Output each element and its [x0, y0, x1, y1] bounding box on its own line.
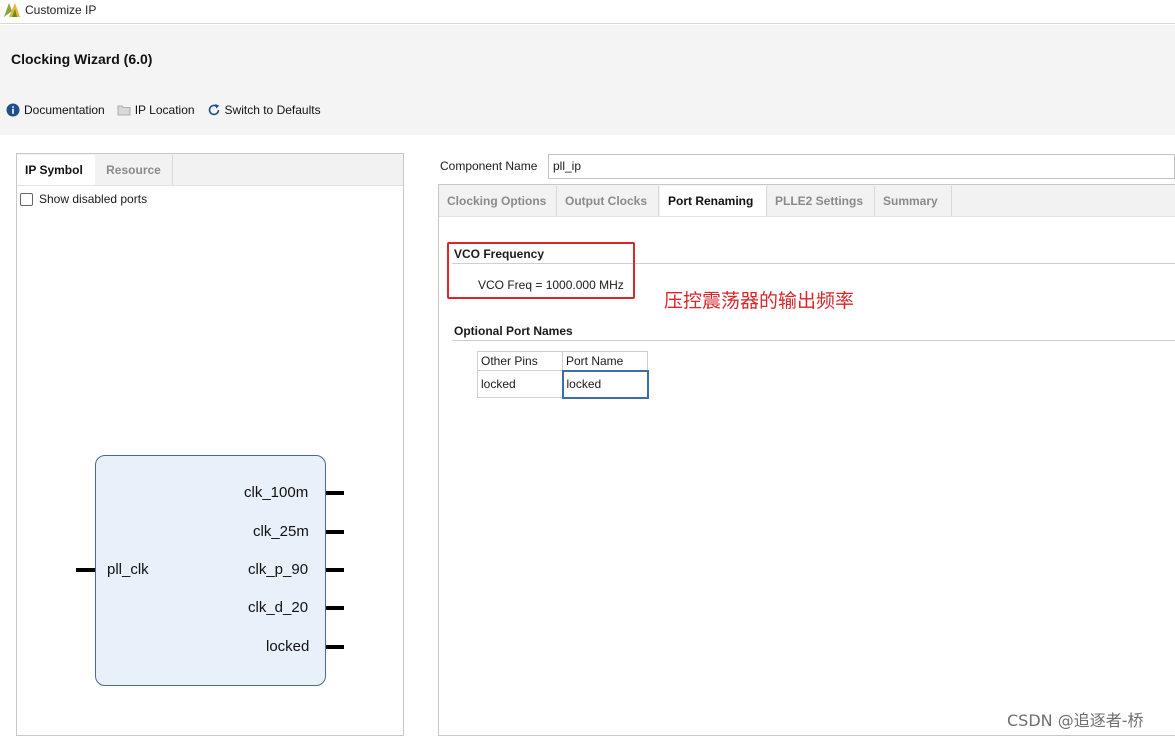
left-tab-bar: IP Symbol Resource [17, 154, 403, 186]
output-port-label: clk_100m [244, 484, 309, 501]
output-port-label: clk_p_90 [248, 561, 309, 578]
documentation-button[interactable]: Documentation [6, 103, 105, 117]
title-bar: Customize IP [0, 0, 1175, 24]
tab-port-renaming[interactable]: Port Renaming [660, 186, 767, 216]
port-name-input[interactable]: locked [561, 369, 649, 399]
output-port-label: locked [266, 638, 310, 655]
output-port-label: clk_d_20 [248, 599, 309, 616]
annotation-text: 压控震荡器的输出频率 [664, 290, 855, 312]
toolbar: Documentation IP Location Switch to Defa… [0, 101, 327, 119]
tab-ip-symbol[interactable]: IP Symbol [17, 155, 95, 185]
other-pin-cell: locked [477, 370, 563, 398]
input-port-label: pll_clk [107, 561, 149, 578]
tab-plle2-settings[interactable]: PLLE2 Settings [766, 186, 875, 216]
output-port-stub [326, 606, 344, 610]
input-port-stub [76, 568, 95, 572]
switch-defaults-button[interactable]: Switch to Defaults [207, 103, 321, 117]
output-port-stub [326, 568, 344, 572]
component-name-input[interactable]: pll_ip [548, 154, 1175, 179]
column-header-other-pins: Other Pins [477, 351, 563, 371]
show-disabled-label: Show disabled ports [39, 192, 148, 206]
column-header-port-name: Port Name [562, 351, 648, 371]
tab-clocking-options[interactable]: Clocking Options [439, 186, 557, 216]
output-port-stub [326, 530, 344, 534]
tab-output-clocks[interactable]: Output Clocks [557, 186, 659, 216]
output-port-stub [326, 645, 344, 649]
show-disabled-checkbox[interactable] [20, 192, 33, 206]
window-title: Customize IP [25, 3, 97, 17]
tab-resource[interactable]: Resource [95, 155, 173, 185]
settings-tab-bar: Clocking Options Output Clocks Port Rena… [439, 185, 1175, 217]
table-header-row: Other Pins Port Name [477, 351, 648, 371]
component-name-label: Component Name [440, 159, 538, 173]
ip-location-button[interactable]: IP Location [117, 103, 195, 117]
optional-ports-title: Optional Port Names [454, 324, 573, 338]
vivado-logo-icon [4, 3, 20, 17]
wizard-header: Clocking Wizard (6.0) Documentation IP L… [0, 25, 1175, 135]
watermark: CSDN @追逐者-桥 [1007, 711, 1144, 730]
info-icon [6, 103, 20, 117]
documentation-label: Documentation [24, 103, 105, 117]
folder-icon [117, 105, 131, 116]
table-row: locked locked [477, 369, 649, 399]
ip-location-label: IP Location [134, 103, 195, 117]
output-port-stub [326, 491, 344, 495]
optional-ports-divider [452, 340, 1175, 341]
annotation-highlight-box [447, 242, 635, 299]
show-disabled-ports-toggle[interactable]: Show disabled ports [20, 192, 147, 206]
wizard-title: Clocking Wizard (6.0) [11, 51, 153, 67]
refresh-icon [208, 104, 219, 116]
tab-summary[interactable]: Summary [875, 186, 952, 216]
output-port-label: clk_25m [253, 523, 309, 540]
port-names-table: Other Pins Port Name locked locked [477, 351, 649, 399]
switch-defaults-label: Switch to Defaults [224, 103, 321, 117]
